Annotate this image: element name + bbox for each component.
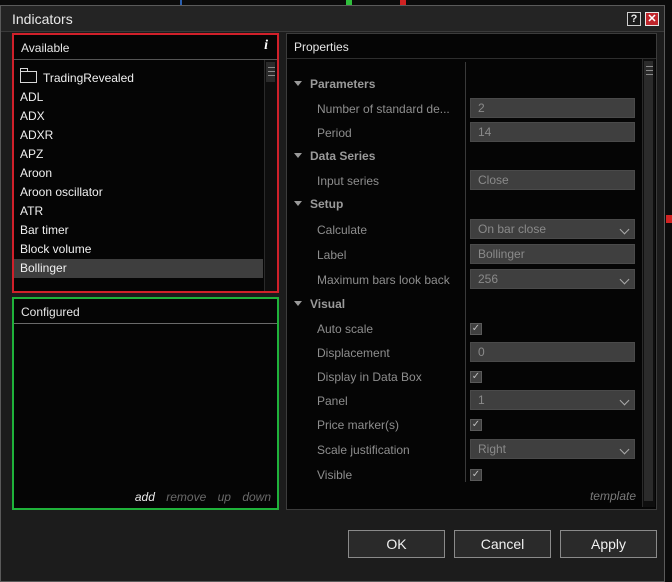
property-label: Label — [317, 248, 347, 262]
folder-label: TradingRevealed — [43, 71, 134, 85]
displacement-input[interactable]: 0 — [470, 342, 635, 362]
list-item[interactable]: ADXR — [14, 126, 263, 145]
input-series-field[interactable]: Close — [470, 170, 635, 190]
properties-panel: Properties Parameters Number of standard… — [286, 33, 657, 510]
category-setup[interactable]: Setup — [294, 195, 343, 213]
collapse-caret-icon — [294, 201, 302, 206]
dialog-title: Indicators — [12, 11, 73, 27]
available-list: TradingRevealed ADL ADX ADXR APZ Aroon A… — [14, 68, 263, 278]
list-item[interactable]: ADX — [14, 107, 263, 126]
chevron-down-icon — [619, 395, 630, 406]
display-data-box-checkbox[interactable]: ✓ — [470, 371, 482, 383]
list-item[interactable]: ATR — [14, 202, 263, 221]
scale-justification-select[interactable]: Right — [470, 439, 635, 459]
up-link[interactable]: up — [218, 490, 231, 504]
list-item[interactable]: ADL — [14, 88, 263, 107]
properties-header: Properties — [287, 34, 656, 59]
list-item[interactable]: Aroon — [14, 164, 263, 183]
chart-background-candle — [666, 215, 672, 223]
max-bars-select[interactable]: 256 — [470, 269, 635, 289]
add-link[interactable]: add — [135, 490, 155, 504]
property-label: Panel — [317, 394, 348, 408]
column-divider[interactable] — [465, 62, 466, 482]
help-icon[interactable]: ? — [627, 12, 641, 26]
available-panel: Available i TradingRevealed ADL ADX ADXR… — [12, 33, 279, 293]
category-data-series[interactable]: Data Series — [294, 147, 375, 165]
property-label: Calculate — [317, 223, 368, 237]
price-marker-checkbox[interactable]: ✓ — [470, 419, 482, 431]
category-visual[interactable]: Visual — [294, 295, 345, 313]
num-std-dev-input[interactable]: 2 — [470, 98, 635, 118]
collapse-caret-icon — [294, 301, 302, 306]
property-label: Display in Data Box — [317, 370, 422, 384]
property-label: Price marker(s) — [317, 418, 400, 432]
remove-link[interactable]: remove — [166, 490, 206, 504]
info-icon[interactable]: i — [264, 38, 268, 54]
list-item[interactable]: APZ — [14, 145, 263, 164]
collapse-caret-icon — [294, 153, 302, 158]
down-link[interactable]: down — [242, 490, 271, 504]
chevron-down-icon — [619, 224, 630, 235]
available-header: Available i — [14, 35, 277, 60]
property-label: Auto scale — [317, 322, 374, 336]
chevron-down-icon — [619, 274, 630, 285]
cancel-button[interactable]: Cancel — [454, 530, 551, 558]
property-label: Input series — [317, 174, 380, 188]
available-scrollbar[interactable] — [264, 60, 277, 291]
scrollbar-thumb[interactable] — [266, 62, 275, 82]
title-bar[interactable]: Indicators ? ✕ — [1, 6, 664, 32]
configured-title: Configured — [21, 305, 80, 319]
apply-button[interactable]: Apply — [560, 530, 657, 558]
list-item[interactable]: Aroon oscillator — [14, 183, 263, 202]
list-item[interactable]: Bar timer — [14, 221, 263, 240]
property-grid: Parameters Number of standard de... 2 Pe… — [287, 62, 641, 482]
panel-select[interactable]: 1 — [470, 390, 635, 410]
property-label: Visible — [317, 468, 353, 482]
scrollbar-thumb[interactable] — [644, 61, 653, 501]
list-item-folder[interactable]: TradingRevealed — [14, 68, 263, 88]
property-label: Displacement — [317, 346, 390, 360]
property-label: Scale justification — [317, 443, 410, 457]
list-item[interactable]: Block volume — [14, 240, 263, 259]
ok-button[interactable]: OK — [348, 530, 445, 558]
property-label: Number of standard de... — [317, 102, 450, 116]
calculate-select[interactable]: On bar close — [470, 219, 635, 239]
folder-icon — [20, 68, 37, 83]
chevron-down-icon — [619, 444, 630, 455]
available-title: Available — [21, 41, 70, 55]
category-parameters[interactable]: Parameters — [294, 75, 375, 93]
template-link[interactable]: template — [590, 489, 636, 503]
period-input[interactable]: 14 — [470, 122, 635, 142]
configured-actions: add remove up down — [127, 490, 271, 504]
list-item-selected[interactable]: Bollinger — [14, 259, 263, 278]
configured-panel: Configured add remove up down — [12, 297, 279, 510]
visible-checkbox[interactable]: ✓ — [470, 469, 482, 481]
properties-title: Properties — [294, 40, 349, 54]
auto-scale-checkbox[interactable]: ✓ — [470, 323, 482, 335]
configured-header: Configured — [14, 299, 277, 324]
properties-scrollbar[interactable] — [642, 59, 655, 507]
collapse-caret-icon — [294, 81, 302, 86]
property-label: Period — [317, 126, 352, 140]
property-label: Maximum bars look back — [317, 273, 450, 287]
label-input[interactable]: Bollinger — [470, 244, 635, 264]
close-icon[interactable]: ✕ — [645, 12, 659, 26]
